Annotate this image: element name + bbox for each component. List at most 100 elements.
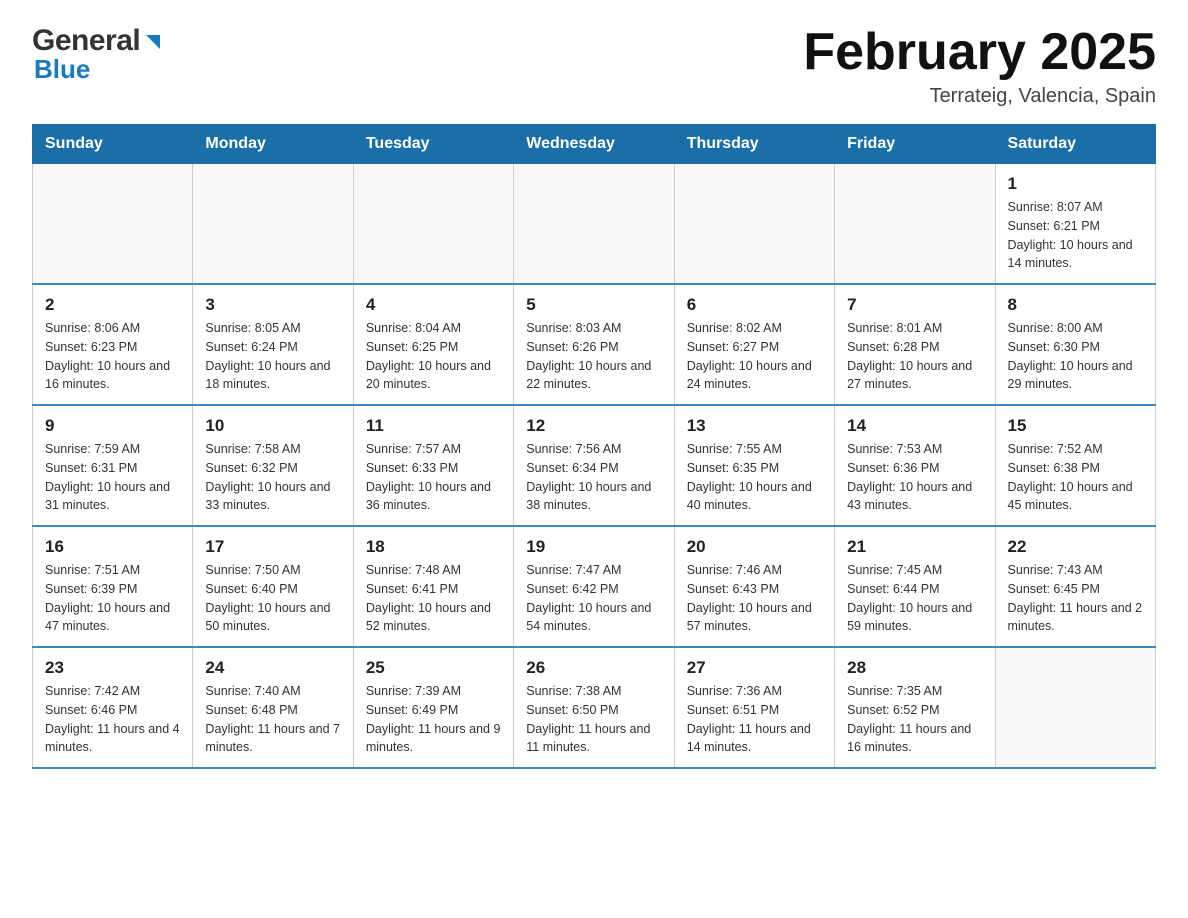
day-info: Sunrise: 7:51 AM Sunset: 6:39 PM Dayligh… (45, 561, 180, 636)
day-of-week-header: Tuesday (353, 125, 513, 164)
day-info: Sunrise: 8:03 AM Sunset: 6:26 PM Dayligh… (526, 319, 661, 394)
day-number: 22 (1008, 537, 1143, 557)
day-info: Sunrise: 7:35 AM Sunset: 6:52 PM Dayligh… (847, 682, 982, 757)
day-info: Sunrise: 7:52 AM Sunset: 6:38 PM Dayligh… (1008, 440, 1143, 515)
calendar-day-cell: 22 Sunrise: 7:43 AM Sunset: 6:45 PM Dayli… (995, 526, 1155, 647)
day-info: Sunrise: 7:45 AM Sunset: 6:44 PM Dayligh… (847, 561, 982, 636)
calendar-week-row: 2 Sunrise: 8:06 AM Sunset: 6:23 PM Daylig… (33, 284, 1156, 405)
calendar-day-cell: 1 Sunrise: 8:07 AM Sunset: 6:21 PM Daylig… (995, 164, 1155, 285)
calendar-day-cell (33, 164, 193, 285)
day-number: 7 (847, 295, 982, 315)
logo-general-text: General (32, 24, 140, 58)
calendar-day-cell: 21 Sunrise: 7:45 AM Sunset: 6:44 PM Dayli… (835, 526, 995, 647)
day-info: Sunrise: 7:40 AM Sunset: 6:48 PM Dayligh… (205, 682, 340, 757)
calendar-day-cell: 11 Sunrise: 7:57 AM Sunset: 6:33 PM Dayli… (353, 405, 513, 526)
day-number: 27 (687, 658, 822, 678)
day-info: Sunrise: 7:55 AM Sunset: 6:35 PM Dayligh… (687, 440, 822, 515)
calendar-week-row: 23Sunrise: 7:42 AM Sunset: 6:46 PM Dayli… (33, 647, 1156, 768)
day-of-week-header: Sunday (33, 125, 193, 164)
calendar-day-cell: 24 Sunrise: 7:40 AM Sunset: 6:48 PM Dayli… (193, 647, 353, 768)
day-info: Sunrise: 7:36 AM Sunset: 6:51 PM Dayligh… (687, 682, 822, 757)
day-number: 5 (526, 295, 661, 315)
day-number: 2 (45, 295, 180, 315)
day-info: Sunrise: 7:43 AM Sunset: 6:45 PM Dayligh… (1008, 561, 1143, 636)
calendar-day-cell: 14Sunrise: 7:53 AM Sunset: 6:36 PM Dayli… (835, 405, 995, 526)
calendar-table: SundayMondayTuesdayWednesdayThursdayFrid… (32, 124, 1156, 769)
day-info: Sunrise: 7:46 AM Sunset: 6:43 PM Dayligh… (687, 561, 822, 636)
calendar-day-cell (353, 164, 513, 285)
calendar-day-cell: 20 Sunrise: 7:46 AM Sunset: 6:43 PM Dayli… (674, 526, 834, 647)
day-info: Sunrise: 7:48 AM Sunset: 6:41 PM Dayligh… (366, 561, 501, 636)
day-info: Sunrise: 7:53 AM Sunset: 6:36 PM Dayligh… (847, 440, 982, 515)
day-number: 15 (1008, 416, 1143, 436)
calendar-day-cell: 27 Sunrise: 7:36 AM Sunset: 6:51 PM Dayli… (674, 647, 834, 768)
calendar-title: February 2025 (803, 24, 1156, 81)
calendar-title-block: February 2025 Terrateig, Valencia, Spain (803, 24, 1156, 108)
day-info: Sunrise: 7:57 AM Sunset: 6:33 PM Dayligh… (366, 440, 501, 515)
calendar-week-row: 1 Sunrise: 8:07 AM Sunset: 6:21 PM Daylig… (33, 164, 1156, 285)
calendar-day-cell: 4 Sunrise: 8:04 AM Sunset: 6:25 PM Daylig… (353, 284, 513, 405)
calendar-day-cell: 7 Sunrise: 8:01 AM Sunset: 6:28 PM Daylig… (835, 284, 995, 405)
day-info: Sunrise: 7:39 AM Sunset: 6:49 PM Dayligh… (366, 682, 501, 757)
day-number: 10 (205, 416, 340, 436)
calendar-day-cell (995, 647, 1155, 768)
day-info: Sunrise: 8:01 AM Sunset: 6:28 PM Dayligh… (847, 319, 982, 394)
day-number: 18 (366, 537, 501, 557)
calendar-day-cell: 6Sunrise: 8:02 AM Sunset: 6:27 PM Daylig… (674, 284, 834, 405)
calendar-day-cell: 18 Sunrise: 7:48 AM Sunset: 6:41 PM Dayli… (353, 526, 513, 647)
day-number: 8 (1008, 295, 1143, 315)
page-header: General Blue February 2025 Terrateig, Va… (32, 24, 1156, 108)
calendar-day-cell: 26Sunrise: 7:38 AM Sunset: 6:50 PM Dayli… (514, 647, 674, 768)
day-number: 28 (847, 658, 982, 678)
logo: General Blue (32, 24, 164, 85)
day-info: Sunrise: 7:58 AM Sunset: 6:32 PM Dayligh… (205, 440, 340, 515)
calendar-day-cell (674, 164, 834, 285)
calendar-header-row: SundayMondayTuesdayWednesdayThursdayFrid… (33, 125, 1156, 164)
day-info: Sunrise: 8:02 AM Sunset: 6:27 PM Dayligh… (687, 319, 822, 394)
calendar-day-cell: 10 Sunrise: 7:58 AM Sunset: 6:32 PM Dayli… (193, 405, 353, 526)
calendar-day-cell: 9Sunrise: 7:59 AM Sunset: 6:31 PM Daylig… (33, 405, 193, 526)
calendar-day-cell: 25 Sunrise: 7:39 AM Sunset: 6:49 PM Dayli… (353, 647, 513, 768)
calendar-day-cell: 13Sunrise: 7:55 AM Sunset: 6:35 PM Dayli… (674, 405, 834, 526)
day-number: 26 (526, 658, 661, 678)
calendar-day-cell: 8 Sunrise: 8:00 AM Sunset: 6:30 PM Daylig… (995, 284, 1155, 405)
day-info: Sunrise: 8:04 AM Sunset: 6:25 PM Dayligh… (366, 319, 501, 394)
calendar-week-row: 9Sunrise: 7:59 AM Sunset: 6:31 PM Daylig… (33, 405, 1156, 526)
day-of-week-header: Monday (193, 125, 353, 164)
calendar-day-cell: 3Sunrise: 8:05 AM Sunset: 6:24 PM Daylig… (193, 284, 353, 405)
calendar-day-cell: 2 Sunrise: 8:06 AM Sunset: 6:23 PM Daylig… (33, 284, 193, 405)
calendar-day-cell (514, 164, 674, 285)
day-number: 1 (1008, 174, 1143, 194)
day-number: 20 (687, 537, 822, 557)
calendar-day-cell: 5 Sunrise: 8:03 AM Sunset: 6:26 PM Daylig… (514, 284, 674, 405)
day-number: 21 (847, 537, 982, 557)
day-number: 24 (205, 658, 340, 678)
calendar-day-cell: 28 Sunrise: 7:35 AM Sunset: 6:52 PM Dayli… (835, 647, 995, 768)
calendar-subtitle: Terrateig, Valencia, Spain (803, 85, 1156, 108)
day-number: 23 (45, 658, 180, 678)
calendar-day-cell: 23Sunrise: 7:42 AM Sunset: 6:46 PM Dayli… (33, 647, 193, 768)
day-number: 12 (526, 416, 661, 436)
day-of-week-header: Thursday (674, 125, 834, 164)
day-number: 25 (366, 658, 501, 678)
day-info: Sunrise: 8:00 AM Sunset: 6:30 PM Dayligh… (1008, 319, 1143, 394)
day-info: Sunrise: 7:56 AM Sunset: 6:34 PM Dayligh… (526, 440, 661, 515)
day-number: 17 (205, 537, 340, 557)
day-number: 4 (366, 295, 501, 315)
logo-blue-text: Blue (34, 54, 90, 85)
day-info: Sunrise: 8:07 AM Sunset: 6:21 PM Dayligh… (1008, 198, 1143, 273)
day-of-week-header: Friday (835, 125, 995, 164)
day-number: 11 (366, 416, 501, 436)
calendar-day-cell: 12 Sunrise: 7:56 AM Sunset: 6:34 PM Dayli… (514, 405, 674, 526)
calendar-week-row: 16 Sunrise: 7:51 AM Sunset: 6:39 PM Dayli… (33, 526, 1156, 647)
day-info: Sunrise: 8:06 AM Sunset: 6:23 PM Dayligh… (45, 319, 180, 394)
day-info: Sunrise: 8:05 AM Sunset: 6:24 PM Dayligh… (205, 319, 340, 394)
calendar-day-cell: 17Sunrise: 7:50 AM Sunset: 6:40 PM Dayli… (193, 526, 353, 647)
day-info: Sunrise: 7:47 AM Sunset: 6:42 PM Dayligh… (526, 561, 661, 636)
day-number: 16 (45, 537, 180, 557)
day-of-week-header: Saturday (995, 125, 1155, 164)
calendar-day-cell (193, 164, 353, 285)
calendar-day-cell (835, 164, 995, 285)
day-of-week-header: Wednesday (514, 125, 674, 164)
calendar-day-cell: 16 Sunrise: 7:51 AM Sunset: 6:39 PM Dayli… (33, 526, 193, 647)
